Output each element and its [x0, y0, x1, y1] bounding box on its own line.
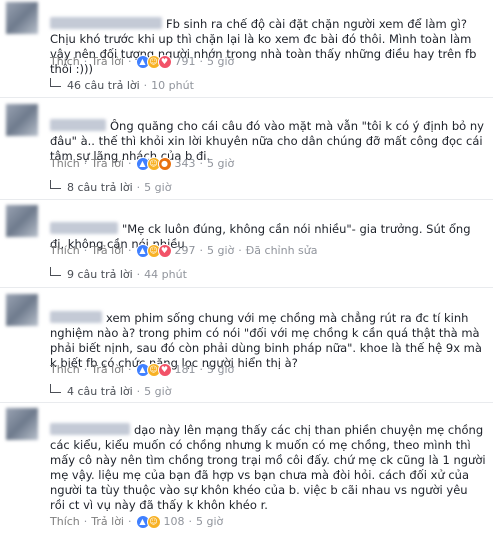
- comment-footer: Thích · Trả lời · ▲ ☺ 108 · 5 giờ: [50, 514, 224, 530]
- view-replies-link[interactable]: 8 câu trả lời · 5 giờ: [50, 180, 171, 196]
- reaction-count[interactable]: 343: [175, 156, 196, 172]
- comment-time[interactable]: 5 giờ: [207, 156, 234, 172]
- reply-arrow-icon: [50, 384, 61, 393]
- commenter-name[interactable]: [50, 119, 106, 131]
- reply-arrow-icon: [50, 180, 61, 189]
- divider: [0, 97, 493, 98]
- haha-reaction-icon: ☺: [146, 515, 161, 529]
- like-link[interactable]: Thích: [50, 156, 80, 172]
- replies-count[interactable]: 46 câu trả lời: [67, 79, 140, 92]
- divider: [0, 199, 493, 200]
- replies-count[interactable]: 8 câu trả lời: [67, 181, 133, 194]
- reply-link[interactable]: Trả lời: [91, 54, 124, 70]
- comment-footer: Thích · Trả lời · ▲ ☺ ♥ 791 · 5 giờ: [50, 54, 235, 70]
- comment-time[interactable]: 5 giờ: [207, 54, 234, 70]
- comment-text: dạo này lên mạng thấy các chị than phiền…: [50, 423, 486, 512]
- reply-link[interactable]: Trả lời: [91, 362, 124, 378]
- comment-footer: Thích · Trả lời · ▲ ☺ ● 343 · 5 giờ: [50, 156, 235, 172]
- reaction-icons[interactable]: ▲ ☺ ♥: [135, 363, 172, 377]
- comment-time[interactable]: 5 giờ: [207, 243, 234, 259]
- like-link[interactable]: Thích: [50, 362, 80, 378]
- avatar[interactable]: [6, 408, 38, 440]
- reaction-icons[interactable]: ▲ ☺ ♥: [135, 244, 172, 258]
- view-replies-link[interactable]: 9 câu trả lời · 44 phút: [50, 267, 187, 283]
- comment-thread: Fb sinh ra chế độ cài đặt chặn người xem…: [0, 0, 493, 533]
- like-link[interactable]: Thích: [50, 54, 80, 70]
- reply-link[interactable]: Trả lời: [91, 243, 124, 259]
- reaction-count[interactable]: 181: [175, 362, 196, 378]
- reaction-count[interactable]: 791: [175, 54, 196, 70]
- divider: [0, 402, 493, 403]
- view-replies-link[interactable]: 4 câu trả lời · 5 giờ: [50, 384, 171, 400]
- avatar[interactable]: [6, 205, 38, 237]
- reply-arrow-icon: [50, 267, 61, 276]
- reply-link[interactable]: Trả lời: [91, 156, 124, 172]
- comment-time[interactable]: 5 giờ: [196, 514, 223, 530]
- view-replies-link[interactable]: 46 câu trả lời · 10 phút: [50, 78, 194, 94]
- replies-count[interactable]: 9 câu trả lời: [67, 268, 133, 281]
- like-link[interactable]: Thích: [50, 243, 80, 259]
- angry-reaction-icon: ●: [157, 157, 172, 171]
- love-reaction-icon: ♥: [157, 244, 172, 258]
- divider: [0, 287, 493, 288]
- commenter-name[interactable]: [50, 423, 130, 435]
- replies-time: 5 giờ: [144, 181, 172, 194]
- reaction-icons[interactable]: ▲ ☺ ●: [135, 157, 172, 171]
- reply-link[interactable]: Trả lời: [91, 514, 124, 530]
- avatar[interactable]: [6, 104, 38, 136]
- reaction-count[interactable]: 297: [175, 243, 196, 259]
- replies-time: 44 phút: [144, 268, 187, 281]
- comment-footer: Thích · Trả lời · ▲ ☺ ♥ 181 · 5 giờ: [50, 362, 235, 378]
- like-link[interactable]: Thích: [50, 514, 80, 530]
- commenter-name[interactable]: [50, 17, 162, 29]
- commenter-name[interactable]: [50, 222, 118, 234]
- commenter-name[interactable]: [50, 311, 102, 323]
- replies-count[interactable]: 4 câu trả lời: [67, 385, 133, 398]
- replies-time: 5 giờ: [144, 385, 172, 398]
- reply-arrow-icon: [50, 78, 61, 87]
- avatar[interactable]: [6, 294, 38, 326]
- avatar[interactable]: [6, 2, 38, 34]
- love-reaction-icon: ♥: [157, 363, 172, 377]
- replies-time: 10 phút: [151, 79, 194, 92]
- comment-footer: Thích · Trả lời · ▲ ☺ ♥ 297 · 5 giờ · Đã…: [50, 243, 318, 259]
- edited-label[interactable]: Đã chỉnh sửa: [246, 243, 318, 259]
- comment-time[interactable]: 5 giờ: [207, 362, 234, 378]
- reaction-count[interactable]: 108: [164, 514, 185, 530]
- reaction-icons[interactable]: ▲ ☺: [135, 515, 161, 529]
- love-reaction-icon: ♥: [157, 55, 172, 69]
- reaction-icons[interactable]: ▲ ☺ ♥: [135, 55, 172, 69]
